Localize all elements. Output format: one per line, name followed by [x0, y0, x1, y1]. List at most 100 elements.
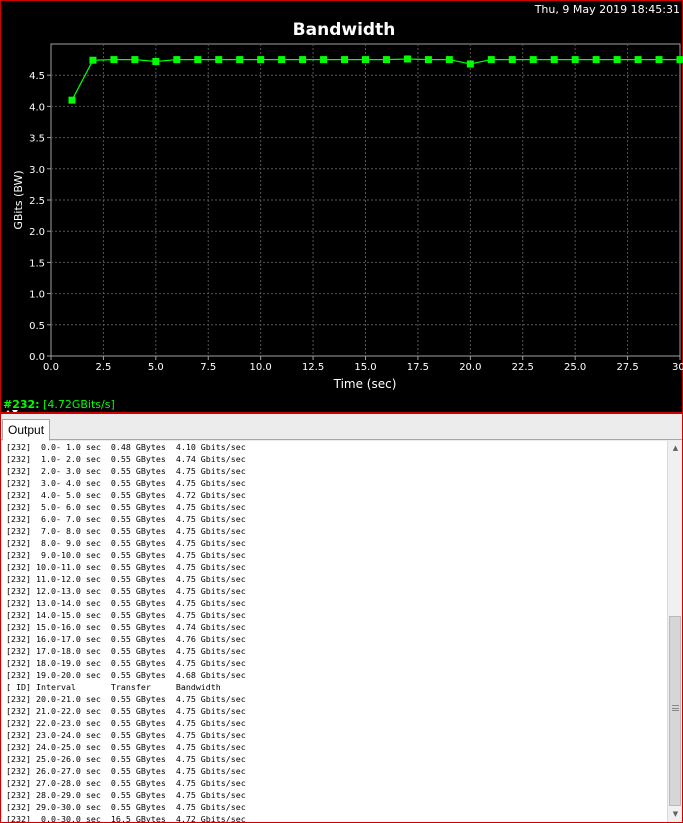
y-tick-label: 1.0: [29, 290, 45, 301]
output-line: [232] 29.0-30.0 sec 0.55 GBytes 4.75 Gbi…: [6, 802, 246, 812]
data-point: [257, 56, 265, 64]
x-tick-label: 25.0: [564, 362, 586, 373]
y-tick-label: 2.0: [29, 227, 45, 238]
data-point: [613, 56, 621, 64]
x-tick-label: 2.5: [95, 362, 111, 373]
data-point: [68, 96, 76, 104]
output-line: [232] 3.0- 4.0 sec 0.55 GBytes 4.75 Gbit…: [6, 478, 246, 488]
x-tick-label: 20.0: [459, 362, 481, 373]
output-line: [232] 4.0- 5.0 sec 0.55 GBytes 4.72 Gbit…: [6, 490, 246, 500]
y-tick-label: 3.5: [29, 134, 45, 145]
bandwidth-chart: Bandwidth 0.0 2.5 5.0 7.5 10.0 12.5 15.0 17.5 20…: [12, 20, 683, 391]
x-tick-label: 22.5: [512, 362, 534, 373]
output-line: [232] 19.0-20.0 sec 0.55 GBytes 4.68 Gbi…: [6, 670, 246, 680]
data-point: [89, 56, 97, 64]
output-panel: Output [232] 0.0- 1.0 sec 0.48 GBytes 4.…: [0, 412, 683, 823]
grip-lines-icon: [672, 705, 679, 711]
output-line: [232] 0.0-30.0 sec 16.5 GBytes 4.72 Gbit…: [6, 814, 246, 822]
y-tick-label: 1.5: [29, 258, 45, 269]
output-line: [232] 28.0-29.0 sec 0.55 GBytes 4.75 Gbi…: [6, 790, 246, 800]
y-tick-label: 4.0: [29, 102, 45, 113]
output-line: [232] 27.0-28.0 sec 0.55 GBytes 4.75 Gbi…: [6, 778, 246, 788]
data-point: [466, 60, 474, 68]
x-tick-label: 7.5: [200, 362, 216, 373]
scrollbar-thumb[interactable]: [669, 616, 681, 806]
data-point: [215, 56, 223, 64]
y-tick-label: 0.0: [29, 352, 45, 363]
data-point: [362, 56, 369, 64]
chart-title: Bandwidth: [293, 20, 396, 40]
y-tick-label: 3.0: [29, 165, 45, 176]
timestamp: Thu, 9 May 2019 18:45:31: [534, 3, 680, 16]
status-line: #232: [4.72GBits/s]: [3, 398, 115, 411]
triangle-up-icon[interactable]: ▲: [668, 441, 683, 456]
y-tick-label: 4.5: [29, 71, 45, 82]
chart-panel: Bandwidth 0.0 2.5 5.0 7.5 10.0 12.5 15.0 17.5 20…: [0, 0, 683, 414]
x-tick-label: 17.5: [407, 362, 429, 373]
output-tabbar: Output: [1, 414, 682, 441]
output-lines: [232] 0.0- 1.0 sec 0.48 GBytes 4.10 Gbit…: [6, 441, 246, 822]
data-point: [529, 56, 537, 64]
x-tick-label: 30.: [672, 362, 683, 373]
output-line: [232] 18.0-19.0 sec 0.55 GBytes 4.75 Gbi…: [6, 658, 246, 668]
data-point: [424, 56, 432, 64]
output-line: [232] 11.0-12.0 sec 0.55 GBytes 4.75 Gbi…: [6, 574, 246, 584]
output-line: [232] 23.0-24.0 sec 0.55 GBytes 4.75 Gbi…: [6, 730, 246, 740]
output-line: [232] 2.0- 3.0 sec 0.55 GBytes 4.75 Gbit…: [6, 466, 246, 476]
data-point: [403, 55, 411, 63]
data-point: [131, 56, 139, 64]
output-line: [232] 13.0-14.0 sec 0.55 GBytes 4.75 Gbi…: [6, 598, 246, 608]
output-line: [232] 9.0-10.0 sec 0.55 GBytes 4.75 Gbit…: [6, 550, 246, 560]
x-axis-label: Time (sec): [333, 377, 397, 391]
x-tick-label: 5.0: [148, 362, 164, 373]
output-line: [232] 24.0-25.0 sec 0.55 GBytes 4.75 Gbi…: [6, 742, 246, 752]
output-line: [232] 0.0- 1.0 sec 0.48 GBytes 4.10 Gbit…: [6, 442, 246, 452]
x-tick-label: 0.0: [43, 362, 59, 373]
data-point: [278, 56, 286, 64]
data-point: [508, 56, 516, 64]
data-point: [173, 56, 181, 64]
output-line: [232] 17.0-18.0 sec 0.55 GBytes 4.75 Gbi…: [6, 646, 246, 656]
data-point: [592, 56, 600, 64]
triangle-down-icon[interactable]: ▼: [668, 807, 683, 822]
x-tick-label: 27.5: [616, 362, 638, 373]
x-tick-label: 10.0: [250, 362, 272, 373]
data-point: [487, 56, 495, 64]
vertical-scrollbar[interactable]: ▲ ▼: [667, 441, 682, 822]
y-tick-label: 0.5: [29, 321, 45, 332]
output-line: [232] 10.0-11.0 sec 0.55 GBytes 4.75 Gbi…: [6, 562, 246, 572]
data-point: [550, 56, 558, 64]
data-point: [299, 56, 307, 64]
output-text-area[interactable]: [232] 0.0- 1.0 sec 0.48 GBytes 4.10 Gbit…: [2, 441, 667, 822]
x-tick-label: 15.0: [354, 362, 376, 373]
output-line: [232] 15.0-16.0 sec 0.55 GBytes 4.74 Gbi…: [6, 622, 246, 632]
output-line: [232] 8.0- 9.0 sec 0.55 GBytes 4.75 Gbit…: [6, 538, 246, 548]
y-tick-label: 2.5: [29, 196, 45, 207]
output-line: [232] 16.0-17.0 sec 0.55 GBytes 4.76 Gbi…: [6, 634, 246, 644]
output-line: [232] 7.0- 8.0 sec 0.55 GBytes 4.75 Gbit…: [6, 526, 246, 536]
data-point: [236, 56, 244, 64]
data-point: [194, 56, 202, 64]
status-bandwidth: [4.72GBits/s]: [43, 398, 115, 411]
data-point: [320, 56, 328, 64]
x-tick-label: 12.5: [302, 362, 324, 373]
output-line: [232] 5.0- 6.0 sec 0.55 GBytes 4.75 Gbit…: [6, 502, 246, 512]
output-line: [232] 12.0-13.0 sec 0.55 GBytes 4.75 Gbi…: [6, 586, 246, 596]
data-point: [571, 56, 579, 64]
data-point: [445, 56, 453, 64]
output-line: [232] 1.0- 2.0 sec 0.55 GBytes 4.74 Gbit…: [6, 454, 246, 464]
output-line: [232] 6.0- 7.0 sec 0.55 GBytes 4.75 Gbit…: [6, 514, 246, 524]
output-line: [232] 25.0-26.0 sec 0.55 GBytes 4.75 Gbi…: [6, 754, 246, 764]
y-axis-label: GBits (BW): [12, 170, 25, 229]
data-point: [634, 56, 642, 64]
output-line: [232] 20.0-21.0 sec 0.55 GBytes 4.75 Gbi…: [6, 694, 246, 704]
data-point: [341, 56, 349, 64]
output-line: [232] 14.0-15.0 sec 0.55 GBytes 4.75 Gbi…: [6, 610, 246, 620]
tab-output[interactable]: Output: [2, 419, 51, 441]
data-point: [655, 56, 663, 64]
data-point: [152, 57, 160, 65]
output-line: [232] 22.0-23.0 sec 0.55 GBytes 4.75 Gbi…: [6, 718, 246, 728]
data-point: [676, 56, 683, 64]
output-line: [232] 21.0-22.0 sec 0.55 GBytes 4.75 Gbi…: [6, 706, 246, 716]
output-line: [ ID] Interval Transfer Bandwidth: [6, 682, 221, 692]
